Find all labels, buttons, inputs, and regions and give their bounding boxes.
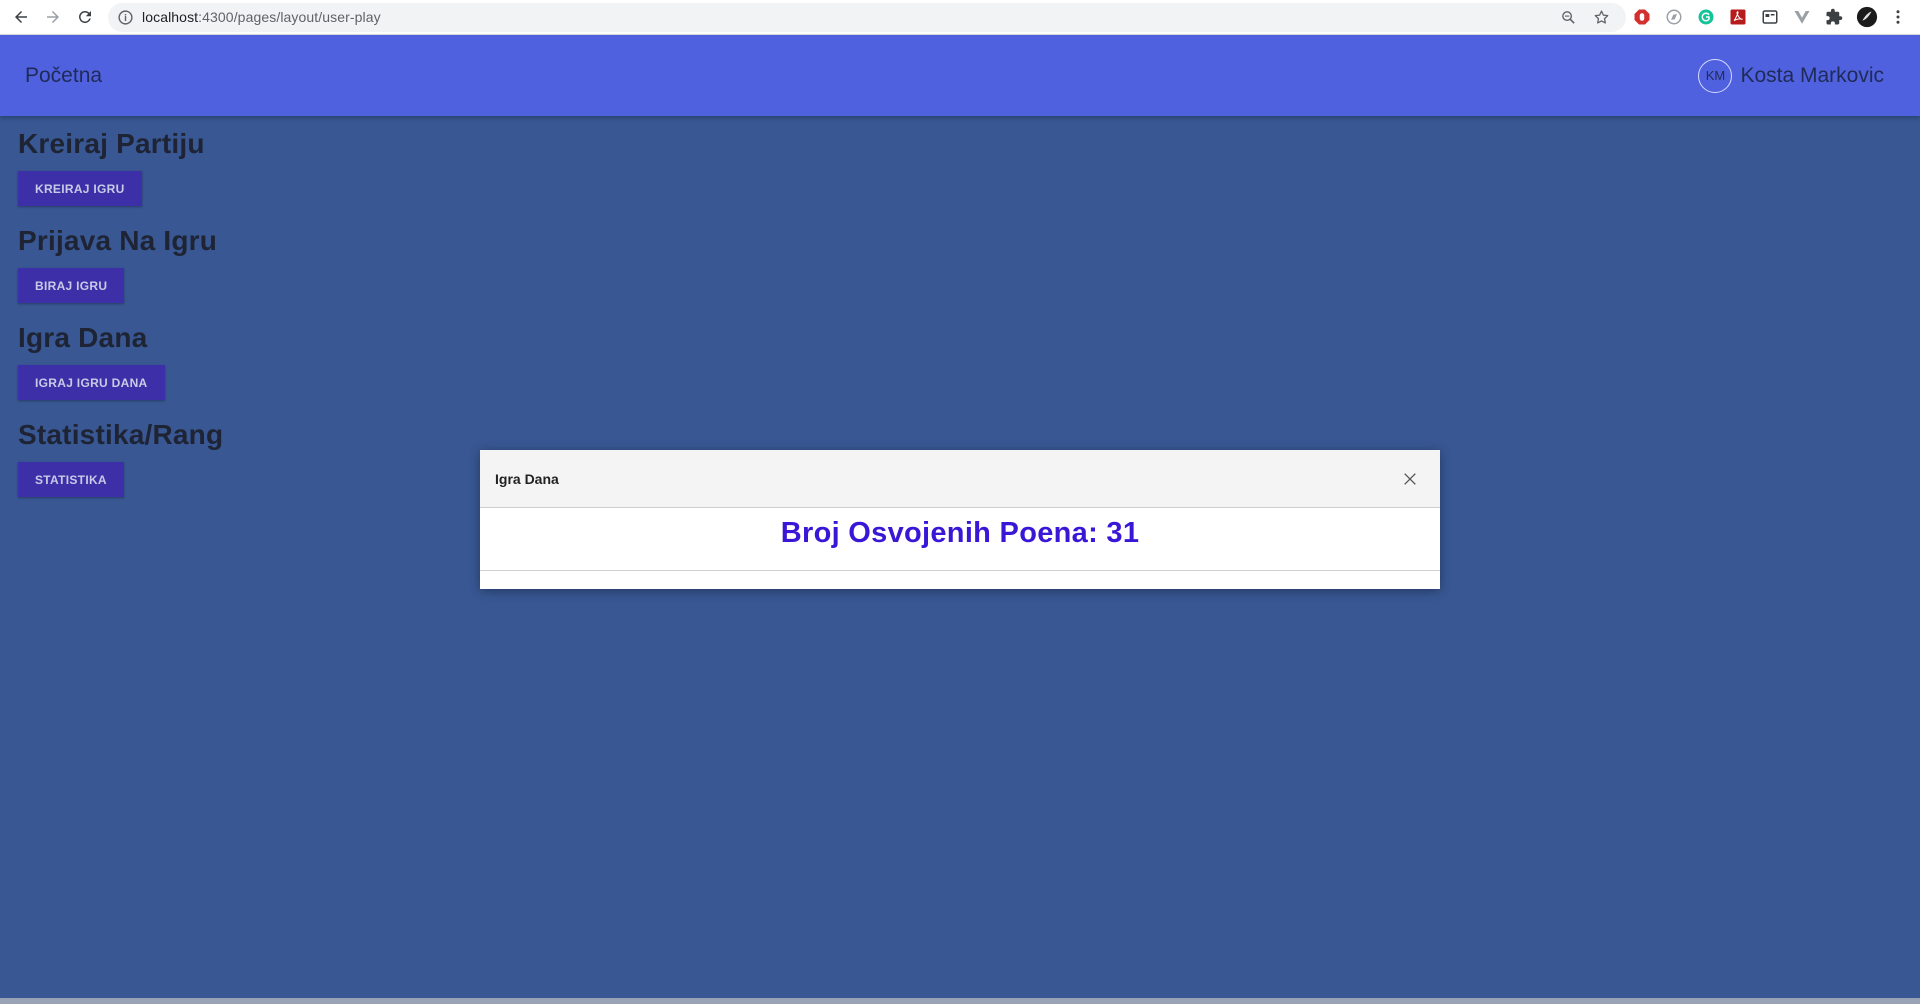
user-name[interactable]: Kosta Markovic: [1740, 64, 1884, 88]
window-bottom-edge: [0, 998, 1920, 1004]
site-info-icon[interactable]: [117, 9, 134, 26]
section-game-of-the-day: Igra Dana IGRAJ IGRU DANA: [18, 321, 165, 400]
create-game-button[interactable]: KREIRAJ IGRU: [18, 171, 142, 206]
back-icon[interactable]: [8, 4, 34, 30]
url-host: localhost: [142, 9, 199, 25]
section-title: Prijava Na Igru: [18, 225, 218, 256]
section-title: Igra Dana: [18, 322, 148, 353]
menu-dots-icon[interactable]: [1888, 7, 1908, 27]
modal-body: Broj Osvojenih Poena: 31: [480, 508, 1440, 571]
bookmark-star-icon[interactable]: [1593, 9, 1610, 26]
vue-devtools-icon[interactable]: [1792, 7, 1812, 27]
user-menu[interactable]: KM Kosta Markovic: [1698, 35, 1884, 116]
grammarly-icon[interactable]: [1696, 7, 1716, 27]
points-score: Broj Osvojenih Poena: 31: [780, 517, 1140, 549]
avatar[interactable]: KM: [1698, 58, 1733, 93]
section-title: Kreiraj Partiju: [18, 128, 205, 159]
url-path: :4300/pages/layout/user-play: [198, 9, 381, 25]
play-game-of-day-button[interactable]: IGRAJ IGRU DANA: [18, 365, 165, 400]
wappalyzer-icon[interactable]: [1760, 7, 1780, 27]
compass-icon[interactable]: [1664, 7, 1684, 27]
section-create-match: Kreiraj Partiju KREIRAJ IGRU: [18, 127, 205, 206]
modal-title: Igra Dana: [495, 471, 559, 487]
choose-game-button[interactable]: BIRAJ IGRU: [18, 268, 125, 303]
extensions-puzzle-icon[interactable]: [1824, 7, 1844, 27]
reload-icon[interactable]: [72, 4, 98, 30]
statistics-button[interactable]: STATISTIKA: [18, 462, 124, 497]
pdf-icon[interactable]: [1728, 7, 1748, 27]
close-icon[interactable]: [1400, 469, 1420, 489]
modal-header: Igra Dana: [480, 450, 1440, 508]
zoom-icon[interactable]: [1560, 9, 1577, 26]
home-link[interactable]: Početna: [25, 35, 102, 116]
section-title: Statistika/Rang: [18, 419, 224, 450]
section-join-game: Prijava Na Igru BIRAJ IGRU: [18, 224, 217, 303]
adblock-icon[interactable]: [1632, 7, 1652, 27]
browser-toolbar: localhost:4300/pages/layout/user-play: [0, 0, 1920, 35]
result-modal: Igra Dana Broj Osvojenih Poena: 31: [480, 450, 1440, 589]
forward-icon[interactable]: [40, 4, 66, 30]
address-bar[interactable]: localhost:4300/pages/layout/user-play: [108, 3, 1626, 32]
app-header: Početna KM Kosta Markovic: [0, 35, 1920, 116]
section-statistics: Statistika/Rang STATISTIKA: [18, 418, 223, 497]
url-text: localhost:4300/pages/layout/user-play: [142, 3, 381, 32]
profile-icon[interactable]: [1855, 5, 1879, 29]
